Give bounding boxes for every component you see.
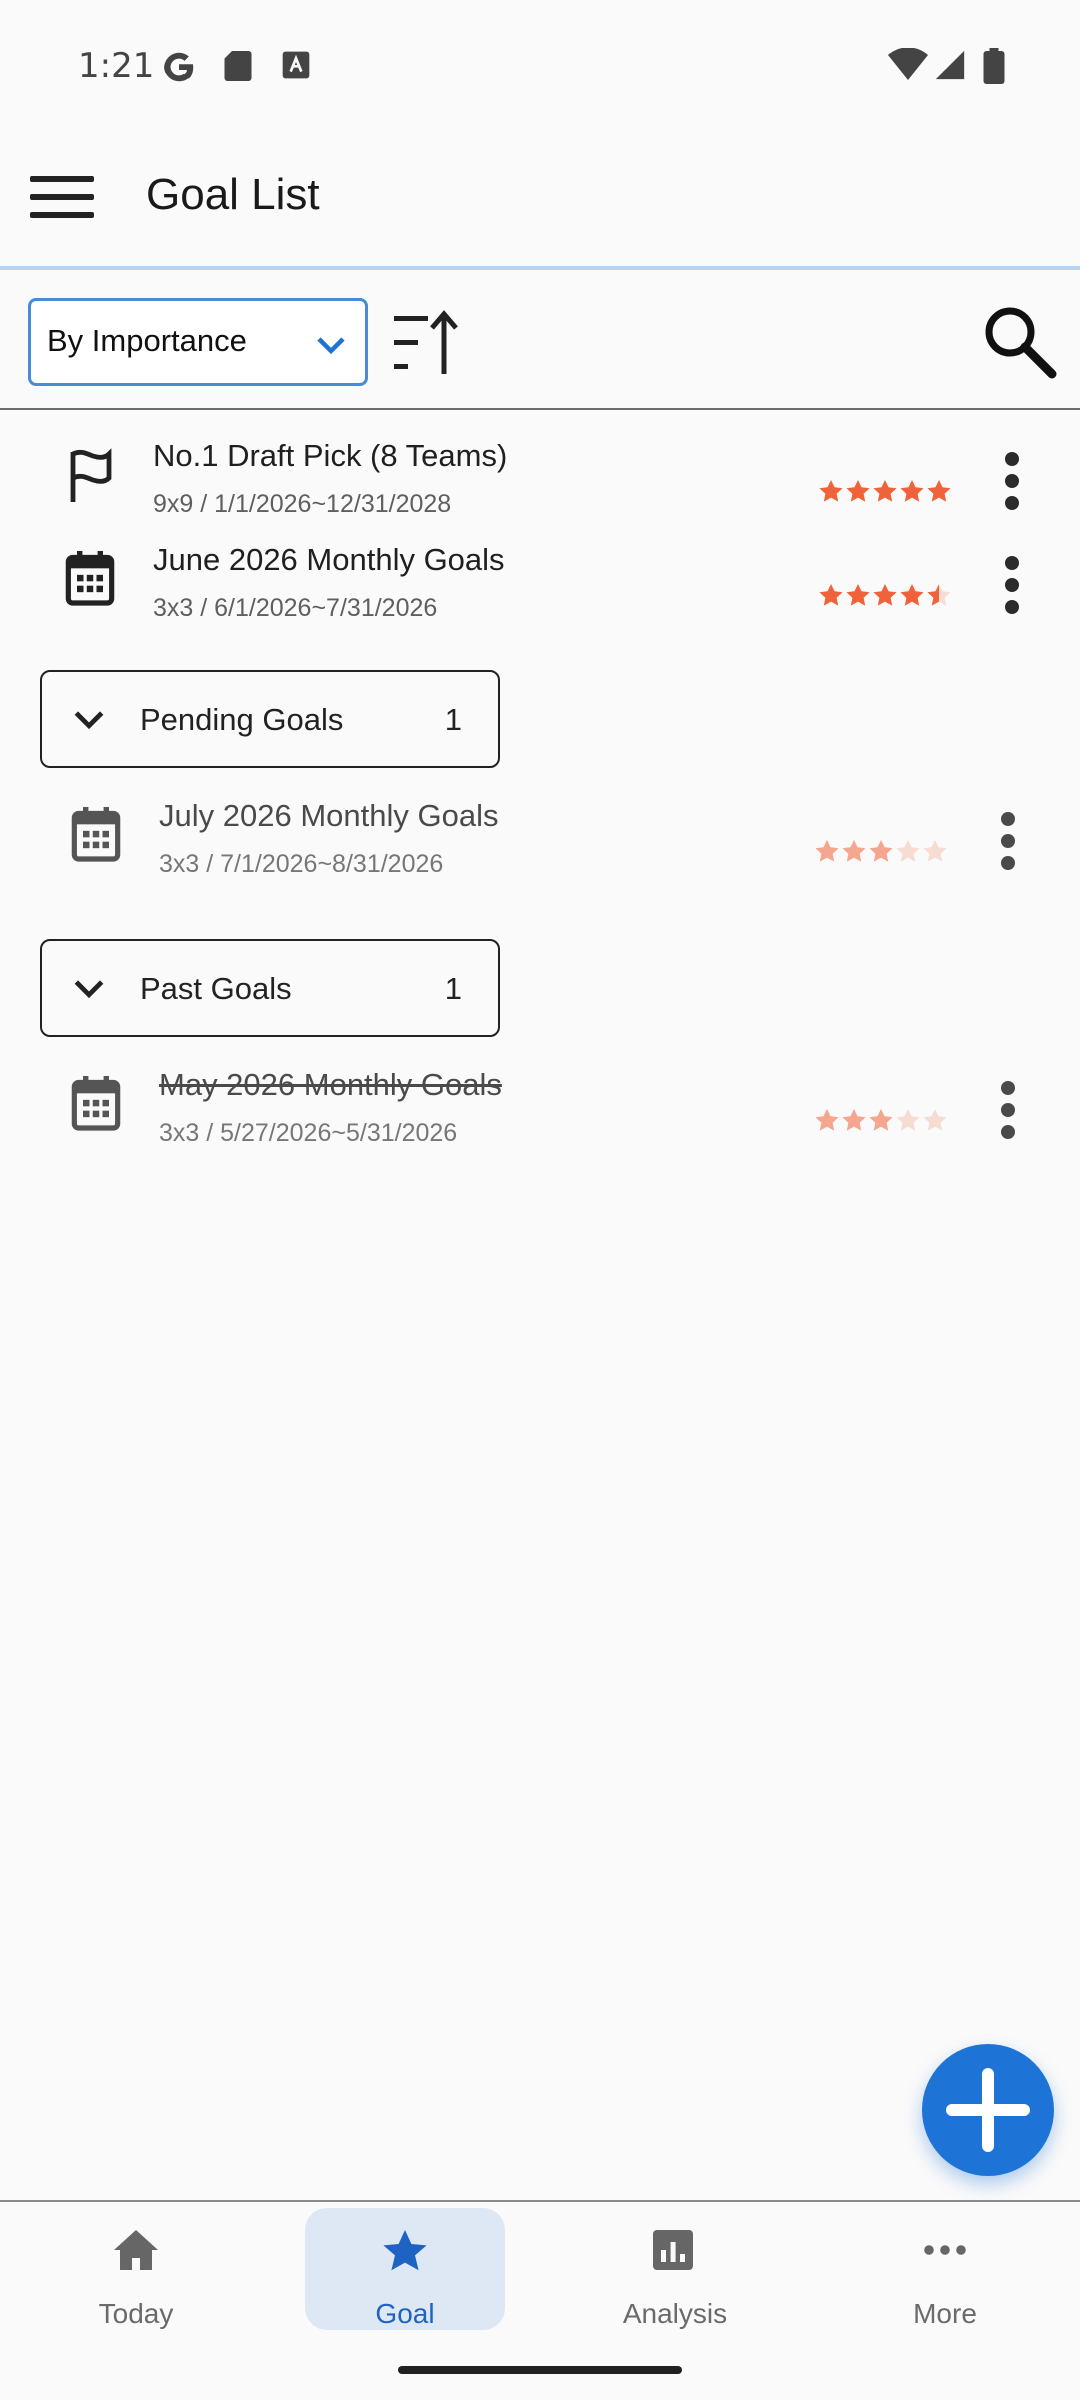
goal-meta: 3x3 / 6/1/2026~7/31/2026 [153,594,438,622]
pending-goals-header[interactable]: Pending Goals 1 [40,670,500,768]
goal-list-screen: 1:21 Goal List By Importance No.1 Draft … [0,0,1080,2400]
nav-label: Today [98,2298,174,2329]
star-icon [846,480,870,502]
chevron-down-icon [74,980,104,999]
rating-stars [819,584,951,606]
star-icon [815,1109,839,1131]
star-icon [873,480,897,502]
star-icon [846,584,870,606]
hamburger-menu-icon[interactable] [22,166,102,230]
google-g-icon [164,52,194,82]
goal-title: June 2026 Monthly Goals [153,542,505,577]
search-icon[interactable] [978,300,1058,380]
font-a-icon [282,51,310,79]
calendar-icon [71,807,121,862]
bar-chart-icon [653,2230,693,2270]
battery-icon [983,48,1005,84]
past-goals-header[interactable]: Past Goals 1 [40,939,500,1037]
home-icon [114,2230,158,2270]
add-goal-button[interactable] [922,2044,1054,2176]
star-icon [869,1109,893,1131]
star-icon [900,584,924,606]
star-icon [923,1109,947,1131]
plus-icon [946,2068,1030,2152]
goal-row[interactable]: May 2026 Monthly Goals 3x3 / 5/27/2026~5… [0,1059,1080,1159]
goal-meta: 3x3 / 7/1/2026~8/31/2026 [159,850,444,878]
more-horizontal-icon [924,2245,966,2255]
flag-icon [70,448,112,502]
nav-label: More [913,2298,977,2329]
more-options-icon[interactable] [986,806,1030,876]
goal-title: July 2026 Monthly Goals [159,798,499,833]
goal-meta: 9x9 / 1/1/2026~12/31/2028 [153,490,452,518]
signal-icon [935,50,965,80]
star-icon [869,840,893,862]
goal-meta: 3x3 / 5/27/2026~5/31/2026 [159,1119,458,1147]
star-icon [842,1109,866,1131]
calendar-icon [71,1076,121,1131]
goal-title: No.1 Draft Pick (8 Teams) [153,438,508,473]
nav-item-goal[interactable]: Goal [305,2208,505,2330]
star-icon [873,584,897,606]
section-count: 1 [444,971,462,1006]
status-bar: 1:21 [0,0,1080,130]
nav-label: Goal [375,2298,435,2329]
rating-stars [815,840,947,862]
star-icon [842,840,866,862]
list-toolbar: By Importance [0,270,1080,408]
nav-item-more[interactable]: More [845,2208,1045,2330]
chevron-down-icon [74,711,104,730]
sort-ascending-icon[interactable] [392,310,466,376]
goal-title: May 2026 Monthly Goals [159,1067,502,1102]
sd-card-icon [224,51,252,81]
star-icon [383,2230,427,2271]
wifi-icon [888,48,928,80]
star-icon [927,584,951,606]
page-title: Goal List [146,170,320,219]
section-label: Pending Goals [140,702,344,737]
nav-item-today[interactable]: Today [36,2208,236,2330]
star-icon [896,840,920,862]
star-icon [819,584,843,606]
star-icon [900,480,924,502]
more-options-icon[interactable] [986,1075,1030,1145]
star-icon [927,480,951,502]
star-icon [819,480,843,502]
sort-dropdown-value: By Importance [47,323,247,358]
status-time: 1:21 [78,46,155,86]
nav-label: Analysis [622,2298,728,2329]
goal-row[interactable]: July 2026 Monthly Goals 3x3 / 7/1/2026~8… [0,790,1080,890]
gesture-home-indicator [398,2366,682,2374]
chevron-down-icon [317,337,345,355]
more-options-icon[interactable] [990,446,1034,516]
more-options-icon[interactable] [990,550,1034,620]
rating-stars [815,1109,947,1131]
nav-item-analysis[interactable]: Analysis [575,2208,775,2330]
app-bar: Goal List [0,130,1080,266]
star-icon [815,840,839,862]
goal-row[interactable]: June 2026 Monthly Goals 3x3 / 6/1/2026~7… [0,534,1080,634]
rating-stars [819,480,951,502]
calendar-icon [65,551,115,606]
toolbar-divider [0,408,1080,410]
star-icon [923,840,947,862]
bottom-nav-divider [0,2200,1080,2202]
sort-dropdown[interactable]: By Importance [28,298,368,386]
star-icon [896,1109,920,1131]
section-count: 1 [444,702,462,737]
section-label: Past Goals [140,971,292,1006]
goal-row[interactable]: No.1 Draft Pick (8 Teams) 9x9 / 1/1/2026… [0,430,1080,530]
